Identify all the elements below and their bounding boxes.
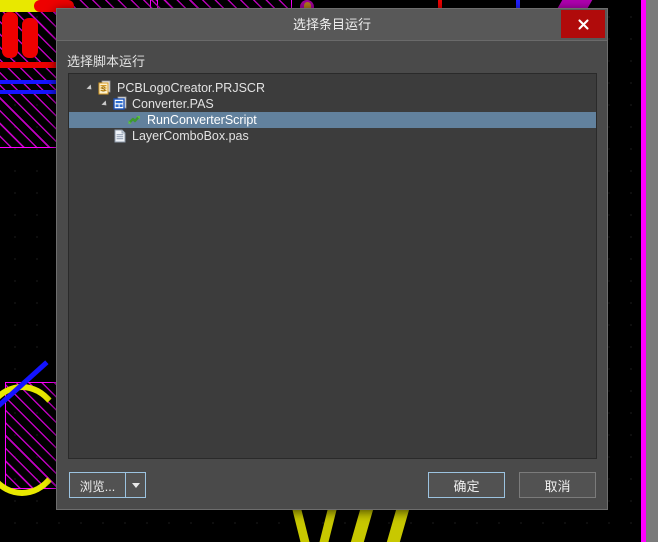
cancel-button[interactable]: 取消 xyxy=(519,472,596,498)
tree-item-converter-pas[interactable]: Converter.PAS xyxy=(69,96,596,112)
tree-item-label: PCBLogoCreator.PRJSCR xyxy=(117,81,265,95)
tree-item-label: RunConverterScript xyxy=(147,113,257,127)
tree-item-label: LayerComboBox.pas xyxy=(132,129,249,143)
pcb-mark-magenta-right xyxy=(557,0,593,8)
project-script-file-icon: S xyxy=(97,80,113,96)
tree-expander-spacer xyxy=(98,128,112,144)
pcb-pad-red-2 xyxy=(22,18,38,58)
tree-item-layercombobox-pas[interactable]: LayerComboBox.pas xyxy=(69,128,596,144)
ok-button[interactable]: 确定 xyxy=(428,472,505,498)
pascal-file-icon xyxy=(112,128,128,144)
dialog-body: 选择脚本运行 S PCBLogoCreator.PRJSCR Converter… xyxy=(57,41,607,509)
browse-dropdown-button[interactable] xyxy=(125,472,146,498)
prompt-label: 选择脚本运行 xyxy=(67,54,146,69)
close-icon xyxy=(577,18,589,30)
chevron-down-icon xyxy=(131,482,140,488)
tree-item-run-converter-script[interactable]: RunConverterScript xyxy=(69,112,596,128)
select-item-to-run-dialog: 选择条目运行 选择脚本运行 S PCBLogoCreator.PRJSCR Co… xyxy=(56,8,608,510)
dialog-title: 选择条目运行 xyxy=(292,17,371,32)
pcb-track-blue-1 xyxy=(0,80,56,84)
tree-expander-spacer xyxy=(113,112,127,128)
pcb-pad-red-1 xyxy=(2,12,18,58)
chevron-expanded-icon[interactable] xyxy=(83,80,97,96)
pcb-track-blue-2 xyxy=(0,90,56,94)
chevron-expanded-icon[interactable] xyxy=(98,96,112,112)
tree-item-label: Converter.PAS xyxy=(132,97,214,111)
dialog-titlebar[interactable]: 选择条目运行 xyxy=(57,9,607,41)
cancel-button-label: 取消 xyxy=(544,478,571,494)
pcb-track-red-horizontal xyxy=(0,62,56,68)
browse-button-group: 浏览... xyxy=(69,472,146,498)
script-tree[interactable]: S PCBLogoCreator.PRJSCR Converter.PAS Ru… xyxy=(68,73,597,459)
close-button[interactable] xyxy=(561,10,605,38)
svg-text:S: S xyxy=(101,87,106,94)
tree-item-project[interactable]: S PCBLogoCreator.PRJSCR xyxy=(69,80,596,96)
editor-right-panel xyxy=(646,0,658,542)
procedure-icon xyxy=(127,112,143,128)
pascal-script-file-icon xyxy=(112,96,128,112)
ok-button-label: 确定 xyxy=(453,478,480,494)
browse-button[interactable]: 浏览... xyxy=(69,472,125,498)
browse-button-label: 浏览... xyxy=(79,479,116,494)
